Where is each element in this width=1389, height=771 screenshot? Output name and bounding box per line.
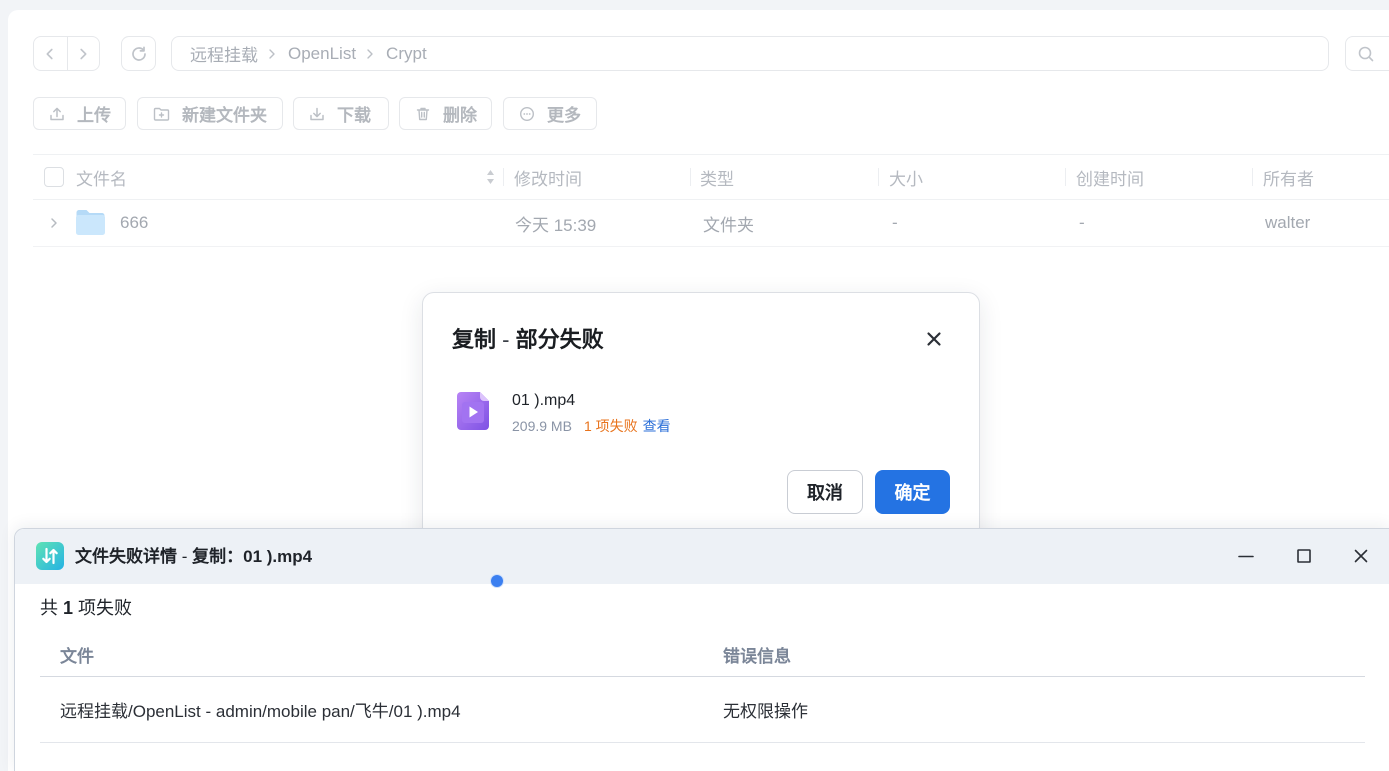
- new-folder-label: 新建文件夹: [182, 106, 267, 125]
- window-title-bar[interactable]: 文件失败详情 - 复制：01 ).mp4: [15, 529, 1389, 584]
- forward-button[interactable]: [66, 37, 100, 70]
- column-header-modified[interactable]: 修改时间: [514, 155, 582, 199]
- breadcrumb-item-remote-mount[interactable]: 远程挂载: [190, 41, 258, 66]
- column-resize-handle[interactable]: [503, 168, 504, 186]
- column-header-created[interactable]: 创建时间: [1076, 155, 1144, 199]
- file-created: -: [1079, 213, 1085, 232]
- history-nav: [33, 36, 100, 71]
- maximize-icon: [1297, 549, 1311, 563]
- trash-icon: [416, 107, 430, 120]
- file-size: -: [892, 213, 898, 232]
- close-icon: [1354, 549, 1368, 563]
- more-button[interactable]: 更多: [503, 97, 597, 130]
- dialog-file-name: 01 ).mp4: [512, 392, 576, 409]
- error-message: 无权限操作: [723, 702, 808, 721]
- refresh-icon: [131, 45, 146, 61]
- select-all-checkbox[interactable]: [44, 167, 64, 187]
- failure-table: 文件 错误信息 远程挂载/OpenList - admin/mobile pan…: [40, 632, 1365, 743]
- expand-chevron-icon[interactable]: [48, 217, 60, 229]
- column-resize-handle[interactable]: [1065, 168, 1066, 186]
- column-resize-handle[interactable]: [690, 168, 691, 186]
- column-header-type[interactable]: 类型: [700, 155, 734, 199]
- file-name[interactable]: 666: [120, 200, 148, 246]
- dialog-title: 复制 - 部分失败: [452, 325, 604, 355]
- window-title-separator: -: [181, 547, 188, 566]
- chevron-right-icon: [80, 48, 87, 59]
- new-folder-icon: [153, 107, 170, 121]
- copy-result-dialog: 复制 - 部分失败 01 ).mp4 209.9 MB 1 项失败 查看 取消 …: [422, 292, 980, 554]
- window-title: 文件失败详情 - 复制：01 ).mp4: [75, 546, 312, 568]
- failed-file-path: 远程挂载/OpenList - admin/mobile pan/飞牛/01 )…: [60, 702, 461, 721]
- column-header-file: 文件: [60, 646, 94, 666]
- download-button[interactable]: 下载: [293, 97, 389, 130]
- new-folder-button[interactable]: 新建文件夹: [137, 97, 283, 130]
- window-title-detail: 复制：01 ).mp4: [192, 547, 313, 566]
- cursor-indicator: [491, 575, 503, 587]
- dialog-title-status: 部分失败: [515, 327, 604, 352]
- summary-prefix: 共: [40, 598, 58, 618]
- refresh-button[interactable]: [121, 36, 156, 71]
- file-type: 文件夹: [703, 215, 754, 235]
- transfer-app-icon: [36, 542, 64, 570]
- breadcrumb-item-openlist[interactable]: OpenList: [288, 44, 356, 64]
- close-icon[interactable]: [925, 330, 943, 348]
- download-icon: [310, 107, 324, 120]
- summary-suffix: 项失败: [78, 598, 133, 618]
- failure-summary: 共 1 项失败: [40, 596, 132, 620]
- table-row[interactable]: 666 今天 15:39 文件夹 - - walter: [33, 200, 1389, 247]
- folder-icon: [76, 210, 105, 235]
- column-resize-handle[interactable]: [1252, 168, 1253, 186]
- column-header-size[interactable]: 大小: [889, 155, 923, 199]
- confirm-button[interactable]: 确定: [875, 470, 950, 514]
- column-header-owner[interactable]: 所有者: [1263, 155, 1314, 199]
- breadcrumb[interactable]: 远程挂载 OpenList Crypt: [171, 36, 1329, 71]
- failure-details-window: 文件失败详情 - 复制：01 ).mp4 共 1 项失败 文件 错误信息 远程挂…: [14, 528, 1389, 771]
- dialog-file-meta: 209.9 MB 1 项失败 查看: [512, 417, 671, 435]
- minimize-icon: [1238, 555, 1254, 558]
- dialog-file-size: 209.9 MB: [512, 418, 572, 434]
- search-icon: [1358, 46, 1374, 61]
- failure-table-header: 文件 错误信息: [40, 632, 1365, 677]
- failed-count-badge: 1 项失败: [583, 418, 638, 434]
- cancel-button[interactable]: 取消: [787, 470, 863, 514]
- column-header-error: 错误信息: [723, 646, 791, 666]
- upload-icon: [50, 107, 64, 120]
- delete-button[interactable]: 删除: [399, 97, 492, 130]
- table-row[interactable]: 远程挂载/OpenList - admin/mobile pan/飞牛/01 )…: [40, 677, 1365, 743]
- breadcrumb-separator-icon: [269, 48, 275, 59]
- dialog-title-separator: -: [502, 327, 510, 352]
- more-label: 更多: [547, 106, 581, 125]
- video-file-icon: [457, 392, 489, 430]
- window-close-button[interactable]: [1353, 548, 1369, 564]
- file-table: 文件名 修改时间 类型 大小 创建时间 所有者 666 今天 15:39 文件夹…: [33, 154, 1389, 247]
- dialog-title-action: 复制: [452, 327, 497, 352]
- maximize-button[interactable]: [1296, 548, 1312, 564]
- file-modified: 今天 15:39: [515, 215, 597, 235]
- breadcrumb-item-crypt[interactable]: Crypt: [386, 44, 427, 64]
- view-failures-link[interactable]: 查看: [643, 417, 671, 435]
- column-resize-handle[interactable]: [878, 168, 879, 186]
- file-owner: walter: [1265, 213, 1311, 232]
- column-header-name[interactable]: 文件名: [76, 155, 127, 199]
- window-title-main: 文件失败详情: [75, 547, 177, 566]
- chevron-left-icon: [46, 48, 53, 59]
- delete-label: 删除: [443, 106, 477, 125]
- more-icon: [519, 106, 535, 121]
- summary-count: 1: [63, 598, 74, 618]
- upload-button[interactable]: 上传: [33, 97, 126, 130]
- file-table-header: 文件名 修改时间 类型 大小 创建时间 所有者: [33, 154, 1389, 200]
- upload-label: 上传: [77, 106, 111, 125]
- download-label: 下载: [337, 106, 371, 125]
- breadcrumb-separator-icon: [367, 48, 373, 59]
- back-button[interactable]: [34, 37, 67, 70]
- search-input[interactable]: [1345, 36, 1389, 71]
- sort-icon[interactable]: [486, 168, 495, 186]
- minimize-button[interactable]: [1238, 548, 1254, 564]
